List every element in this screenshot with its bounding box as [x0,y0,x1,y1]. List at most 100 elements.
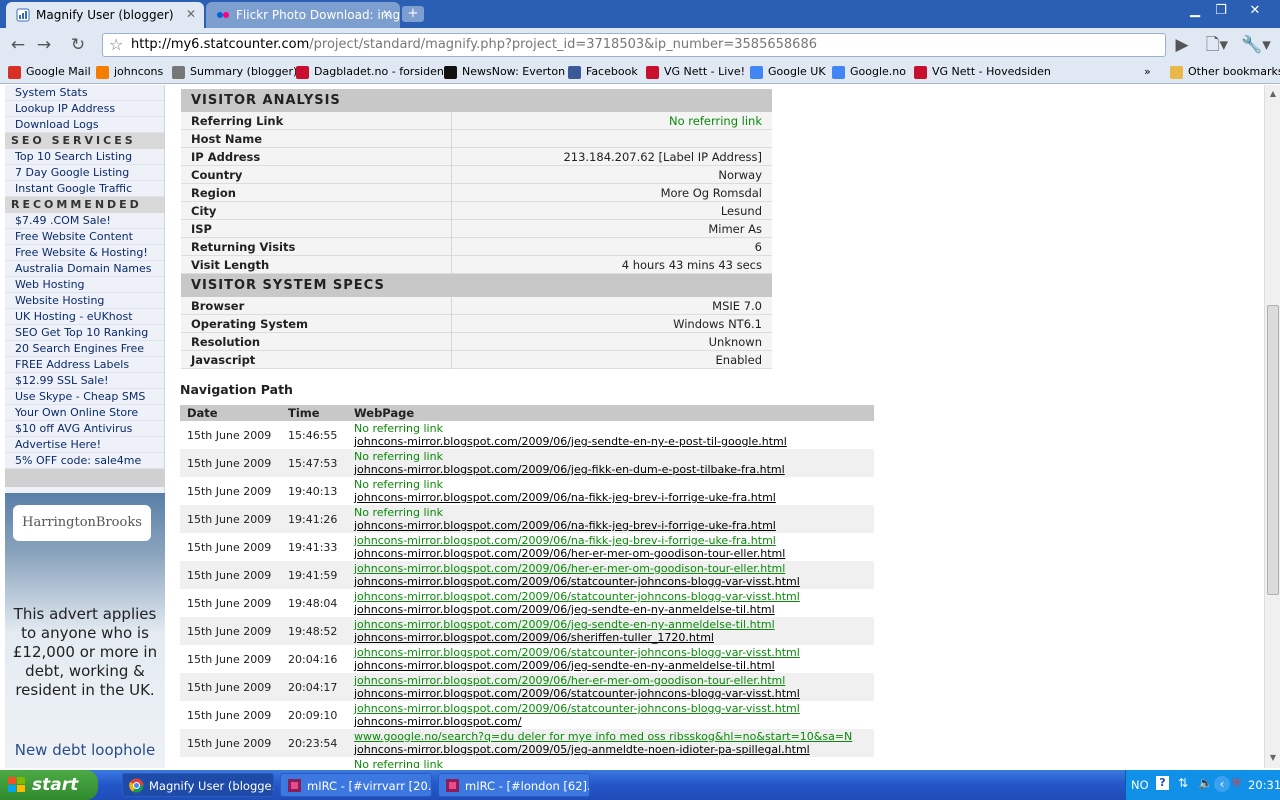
row-label: Region [191,186,236,200]
sidebar-item-recommended[interactable]: Free Website Content [5,229,164,245]
security-shield-icon[interactable]: ⛨ [1232,776,1241,791]
close-tab-icon[interactable]: ✕ [186,7,196,21]
sidebar-item-lookup-ip[interactable]: Lookup IP Address [5,101,164,117]
url-path: /project/standard/magnify.php?project_id… [309,37,817,52]
webpage-link[interactable]: johncons-mirror.blogspot.com/2009/06/na-… [354,519,776,532]
referring-link[interactable]: johncons-mirror.blogspot.com/2009/06/her… [354,562,785,575]
row-label: Country [191,168,243,182]
close-window-icon[interactable]: ✕ [1244,2,1266,20]
sidebar-item-recommended[interactable]: Australia Domain Names [5,261,164,277]
start-button[interactable]: start [0,770,98,800]
sidebar-item-recommended[interactable]: Your Own Online Store [5,405,164,421]
sidebar-item-recommended[interactable]: $12.99 SSL Sale! [5,373,164,389]
row-value: Enabled [715,353,762,367]
sidebar-item-recommended[interactable]: Use Skype - Cheap SMS [5,389,164,405]
sidebar-item-recommended[interactable]: Web Hosting [5,277,164,293]
webpage-link[interactable]: johncons-mirror.blogspot.com/ [354,715,522,728]
bookmark-johncons[interactable]: johncons [96,65,163,79]
bookmark-newsnow-everton[interactable]: NewsNow: Everton [444,65,565,79]
bookmarks-overflow-button[interactable]: » [1134,65,1151,78]
bookmark-google-uk[interactable]: Google UK [750,65,826,79]
webpage-link[interactable]: johncons-mirror.blogspot.com/2009/06/she… [354,631,714,644]
minimize-icon[interactable]: ▁ [1184,2,1206,20]
advert-banner[interactable]: HarringtonBrooks This advert applies to … [5,493,165,768]
webpage-link[interactable]: johncons-mirror.blogspot.com/2009/06/jeg… [354,435,787,448]
language-indicator[interactable]: NO [1131,778,1149,792]
referring-link[interactable]: johncons-mirror.blogspot.com/2009/06/na-… [354,534,776,547]
webpage-link[interactable]: johncons-mirror.blogspot.com/2009/06/jeg… [354,659,775,672]
tray-expand-icon[interactable]: ‹ [1214,776,1230,792]
back-arrow-icon[interactable]: ← [6,34,30,56]
close-tab-icon[interactable]: ✕ [382,7,392,21]
tab-magnify-user[interactable]: Magnify User (blogger) ✕ [6,2,204,28]
go-arrow-icon[interactable]: ▶ [1170,34,1194,56]
visit-date: 15th June 2009 [187,457,272,470]
webpage-link[interactable]: johncons-mirror.blogspot.com/2009/06/jeg… [354,603,775,616]
referring-link[interactable]: johncons-mirror.blogspot.com/2009/06/her… [354,674,785,687]
referring-link[interactable]: johncons-mirror.blogspot.com/2009/06/sta… [354,702,800,715]
bookmark-vg-live[interactable]: VG Nett - Live! [646,65,745,79]
column-separator [451,333,452,351]
table-row: 15th June 2009 20:04:16 johncons-mirror.bl… [180,645,874,673]
restore-icon[interactable]: ❐ [1210,2,1232,20]
referring-link: No referring link [354,478,443,491]
sidebar-item-system-stats[interactable]: System Stats [5,85,164,101]
sidebar-item-recommended[interactable]: Free Website & Hosting! [5,245,164,261]
new-tab-button[interactable]: + [402,6,424,22]
webpage-link[interactable]: johncons-mirror.blogspot.com/2009/06/jeg… [354,463,785,476]
referring-link[interactable]: www.google.no/search?q=du deler for mye … [354,730,852,743]
sidebar-item-recommended[interactable]: FREE Address Labels [5,357,164,373]
address-bar[interactable]: ☆ http://my6.statcounter.com/project/sta… [102,33,1166,57]
reload-icon[interactable]: ↻ [66,34,90,56]
taskbar-item-chrome[interactable]: Magnify User (blogge... [122,773,274,797]
bookmark-facebook[interactable]: Facebook [568,65,638,79]
bookmark-vg-hovedsiden[interactable]: VG Nett - Hovedsiden [914,65,1051,79]
sidebar-item-recommended[interactable]: 5% OFF code: sale4me [5,453,164,469]
referring-link[interactable]: johncons-mirror.blogspot.com/2009/06/sta… [354,590,800,603]
sidebar-item-recommended[interactable]: $7.49 .COM Sale! [5,213,164,229]
forward-arrow-icon[interactable]: → [32,34,56,56]
bookmark-google-no[interactable]: Google.no [832,65,906,79]
network-icon[interactable]: ⇅ [1178,776,1188,790]
referring-link[interactable]: johncons-mirror.blogspot.com/2009/06/sta… [354,646,800,659]
webpage-link[interactable]: johncons-mirror.blogspot.com/2009/06/na-… [354,491,776,504]
webpage-link[interactable]: johncons-mirror.blogspot.com/2009/06/sta… [354,575,800,588]
sidebar-item-download-logs[interactable]: Download Logs [5,117,164,133]
column-separator [451,148,452,166]
webpage-link[interactable]: johncons-mirror.blogspot.com/2009/05/jeg… [354,743,810,756]
sidebar-item-seo[interactable]: 7 Day Google Listing [5,165,164,181]
scroll-up-arrow-icon[interactable]: ▲ [1265,87,1280,101]
advert-link[interactable]: New debt loophole [9,741,161,759]
visit-time: 19:48:52 [288,625,338,638]
sidebar-item-recommended[interactable]: 20 Search Engines Free [5,341,164,357]
sidebar-item-recommended[interactable]: Advertise Here! [5,437,164,453]
webpage-link[interactable]: johncons-mirror.blogspot.com/2009/06/sta… [354,687,800,700]
bookmark-summary-blogger[interactable]: Summary (blogger) [172,65,297,79]
tab-flickr[interactable]: Flickr Photo Download: img... ✕ [206,2,400,28]
wrench-menu-icon[interactable]: 🔧▾ [1240,34,1272,56]
visitor-system-specs-heading: VISITOR SYSTEM SPECS [181,274,772,297]
taskbar-item-mirc-london[interactable]: mIRC - [#london [62]... [438,773,590,797]
taskbar-item-mirc-virrvarr[interactable]: mIRC - [#virrvarr [20... [280,773,432,797]
bookmark-dagbladet[interactable]: Dagbladet.no - forsiden [296,65,444,79]
sidebar-item-seo[interactable]: Instant Google Traffic [5,181,164,197]
column-separator [451,315,452,333]
sidebar-item-seo[interactable]: Top 10 Search Listing [5,149,164,165]
sidebar-item-recommended[interactable]: Website Hosting [5,293,164,309]
page-scrollbar[interactable]: ▲ ▼ [1264,85,1280,768]
sidebar-item-recommended[interactable]: $10 off AVG Antivirus [5,421,164,437]
star-icon[interactable]: ☆ [109,35,123,54]
referring-link[interactable]: johncons-mirror.blogspot.com/2009/06/jeg… [354,618,775,631]
webpage-link[interactable]: johncons-mirror.blogspot.com/2009/06/her… [354,547,785,560]
help-icon[interactable]: ? [1156,776,1169,790]
scroll-down-arrow-icon[interactable]: ▼ [1265,751,1280,765]
speaker-icon[interactable]: 🔈 [1198,776,1213,790]
row-value: MSIE 7.0 [712,299,762,313]
other-bookmarks-folder[interactable]: Other bookmarks [1170,65,1280,79]
bookmark-google-mail[interactable]: Google Mail [8,65,91,79]
page-menu-icon[interactable]: 🗋▾ [1202,34,1232,56]
sidebar-item-recommended[interactable]: UK Hosting - eUKhost [5,309,164,325]
sidebar-heading-seo: SEO SERVICES [5,133,164,149]
sidebar-item-recommended[interactable]: SEO Get Top 10 Ranking [5,325,164,341]
scrollbar-thumb[interactable] [1267,305,1279,595]
